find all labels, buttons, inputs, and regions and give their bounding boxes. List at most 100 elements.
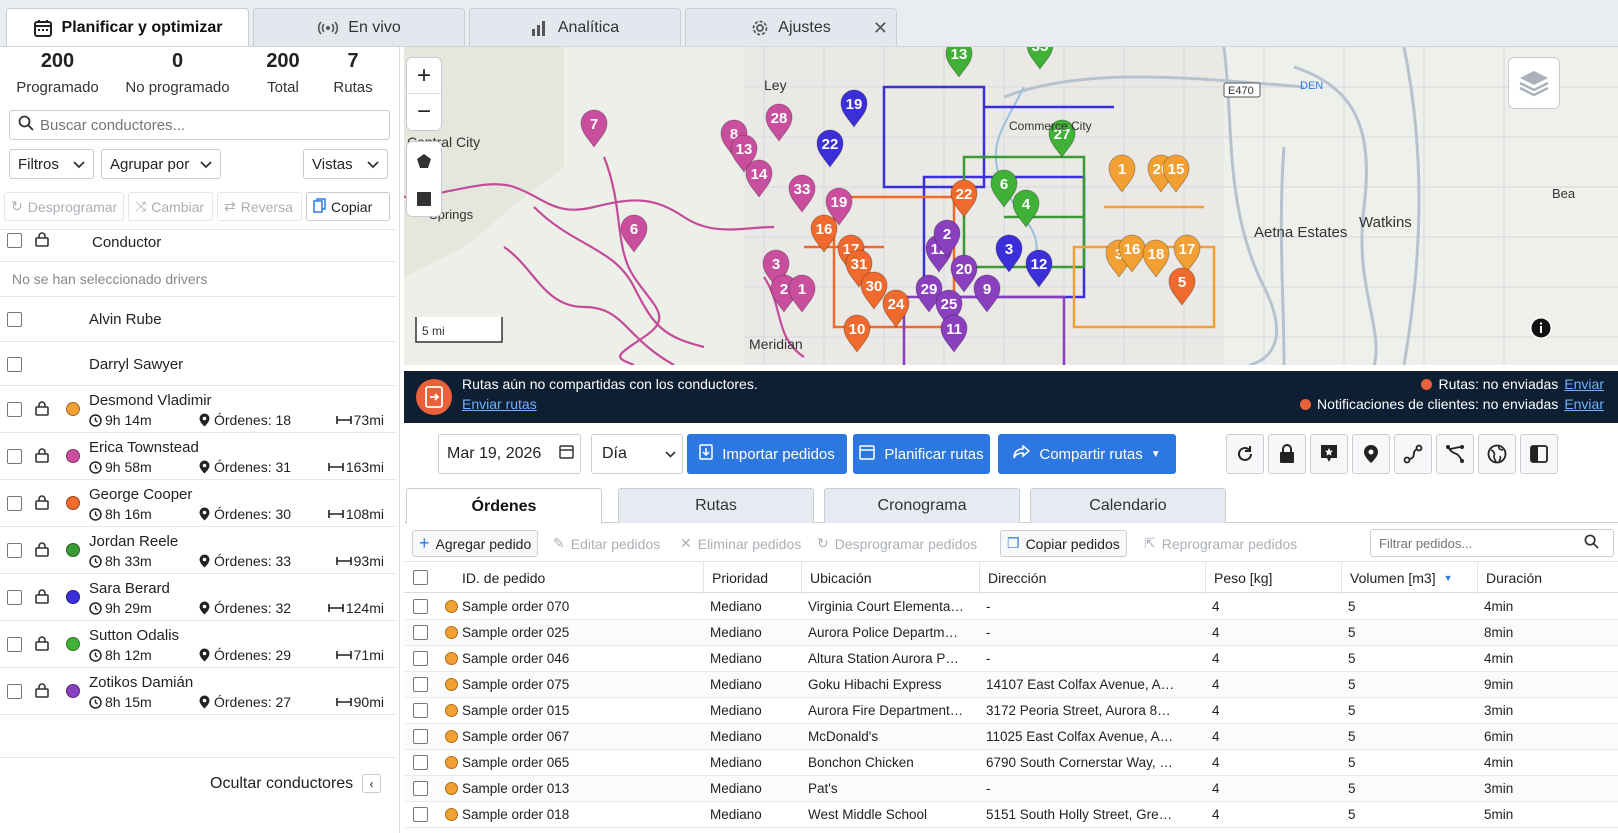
row-checkbox[interactable] (413, 599, 428, 614)
send-routes-link[interactable]: Enviar rutas (462, 396, 537, 412)
driver-checkbox[interactable] (7, 684, 22, 699)
column-header[interactable]: Duración (1478, 562, 1618, 594)
reschedule-orders-button[interactable]: ⇱ Reprogramar pedidos (1138, 530, 1303, 557)
column-header[interactable]: Dirección (980, 562, 1206, 594)
driver-checkbox[interactable] (7, 637, 22, 652)
select-all-checkbox[interactable] (7, 233, 22, 248)
copy-button[interactable]: Copiar (306, 192, 390, 221)
driver-row[interactable]: Jordan Reele 8h 33m Órdenes: 33 93mi (0, 527, 397, 574)
tab-calendar[interactable]: Calendario (1030, 488, 1226, 523)
driver-name[interactable]: Alvin Rube (89, 311, 162, 328)
driver-row[interactable]: Zotikos Damián 8h 15m Órdenes: 27 90mi (0, 668, 397, 715)
unschedule-orders-button[interactable]: ↻ Desprogramar pedidos (811, 530, 983, 557)
filters-dropdown[interactable]: Filtros (9, 149, 94, 179)
tab-schedule[interactable]: Cronograma (824, 488, 1020, 523)
driver-row[interactable]: George Cooper 8h 16m Órdenes: 30 108mi (0, 480, 397, 527)
driver-checkbox[interactable] (7, 402, 22, 417)
import-orders-button[interactable]: Importar pedidos (687, 434, 847, 474)
table-row[interactable]: Sample order 018 Mediano West Middle Schoo… (404, 802, 1618, 828)
route-map[interactable]: 7 28 8 13 14 33 19 22 6 3 2 1 16 17 31 30 24 29 25 9 12 11 20 1… (404, 47, 1618, 365)
location-pin-icon[interactable] (1352, 434, 1390, 474)
chevron-left-icon[interactable]: ‹ (362, 774, 381, 793)
hide-drivers-link[interactable]: Ocultar conductores (210, 775, 353, 793)
lock-icon[interactable] (35, 448, 49, 463)
send-notifications-action[interactable]: Enviar (1564, 396, 1604, 412)
driver-row[interactable]: Sara Berard 9h 29m Órdenes: 32 124mi (0, 574, 397, 621)
polygon-draw-icon[interactable] (407, 142, 441, 180)
lock-icon[interactable] (35, 542, 49, 557)
panel-toggle-icon[interactable] (1520, 434, 1558, 474)
path-icon[interactable] (1436, 434, 1474, 474)
row-checkbox[interactable] (413, 781, 428, 796)
row-checkbox[interactable] (413, 703, 428, 718)
driver-row[interactable]: Sutton Odalis 8h 12m Órdenes: 29 71mi (0, 621, 397, 668)
route-icon[interactable] (1394, 434, 1432, 474)
driver-checkbox[interactable] (7, 543, 22, 558)
table-row[interactable]: Sample order 046 Mediano Altura Station Au… (404, 646, 1618, 672)
driver-checkbox[interactable] (7, 496, 22, 511)
send-routes-action[interactable]: Enviar (1564, 376, 1604, 392)
lock-icon[interactable] (1268, 434, 1306, 474)
pin-star-icon[interactable] (1310, 434, 1348, 474)
driver-name[interactable]: Darryl Sawyer (89, 356, 183, 373)
column-header[interactable]: Peso [kg] (1206, 562, 1342, 594)
period-select[interactable]: Día (591, 434, 683, 474)
row-checkbox[interactable] (413, 651, 428, 666)
delete-orders-button[interactable]: ✕ Eliminar pedidos (674, 530, 807, 557)
tab-analytics[interactable]: Analítica (469, 8, 681, 46)
lock-icon[interactable] (35, 589, 49, 604)
plan-routes-button[interactable]: Planificar rutas (853, 434, 990, 474)
row-checkbox[interactable] (413, 625, 428, 640)
group-by-dropdown[interactable]: Agrupar por (101, 149, 221, 179)
tab-routes[interactable]: Rutas (618, 488, 814, 523)
tab-orders[interactable]: Órdenes (406, 488, 602, 524)
column-header[interactable]: Volumen [m3] ▼ (1342, 562, 1478, 594)
column-header[interactable]: ID. de pedido (454, 562, 704, 594)
table-row[interactable]: Sample order 075 Mediano Goku Hibachi Expr… (404, 672, 1618, 698)
rectangle-draw-icon[interactable] (407, 180, 441, 218)
search-drivers[interactable] (9, 110, 390, 140)
views-dropdown[interactable]: Vistas (303, 149, 388, 179)
layers-icon[interactable] (1508, 57, 1560, 109)
driver-checkbox[interactable] (7, 449, 22, 464)
unschedule-button[interactable]: ↻ Desprogramar (4, 192, 124, 221)
table-row[interactable]: Sample order 067 Mediano McDonald's 11025 E… (404, 724, 1618, 750)
table-row[interactable]: Sample order 013 Mediano Pat's - 4 5 3min (404, 776, 1618, 802)
reverse-button[interactable]: ⇄ Reversa (217, 192, 302, 221)
zoom-in-button[interactable]: + (407, 58, 441, 94)
filter-orders-field[interactable] (1370, 529, 1614, 557)
tab-live[interactable]: En vivo (253, 8, 465, 46)
tab-settings[interactable]: Ajustes ✕ (685, 8, 897, 46)
row-checkbox[interactable] (413, 755, 428, 770)
row-checkbox[interactable] (413, 677, 428, 692)
info-icon[interactable] (1530, 317, 1552, 339)
change-button[interactable]: ⤨ Cambiar (128, 192, 213, 221)
driver-row[interactable]: Desmond Vladimir 9h 14m Órdenes: 18 73mi (0, 386, 397, 433)
lock-icon[interactable] (35, 636, 49, 651)
lock-icon[interactable] (35, 401, 49, 416)
row-checkbox[interactable] (413, 729, 428, 744)
lock-icon[interactable] (35, 683, 49, 698)
table-row[interactable]: Sample order 015 Mediano Aurora Fire Depar… (404, 698, 1618, 724)
lock-icon[interactable] (35, 495, 49, 510)
tab-plan-optimize[interactable]: Planificar y optimizar (6, 8, 249, 46)
filter-orders-input[interactable] (1379, 535, 1584, 551)
table-row[interactable]: Sample order 065 Mediano Bonchon Chicken 67… (404, 750, 1618, 776)
driver-checkbox[interactable] (7, 312, 22, 327)
refresh-icon[interactable] (1226, 434, 1264, 474)
close-icon[interactable]: ✕ (873, 18, 888, 39)
driver-checkbox[interactable] (7, 357, 22, 372)
table-row[interactable]: Sample order 070 Mediano Virginia Court El… (404, 594, 1618, 620)
date-picker[interactable]: Mar 19, 2026 (438, 434, 581, 474)
lock-icon[interactable] (35, 232, 49, 247)
share-routes-button[interactable]: Compartir rutas ▼ (998, 434, 1176, 474)
edit-orders-button[interactable]: ✎ Editar pedidos (547, 530, 666, 557)
add-order-button[interactable]: + Agregar pedido (412, 530, 539, 557)
copy-orders-button[interactable]: ❐ Copiar pedidos (1000, 530, 1127, 557)
row-checkbox[interactable] (413, 807, 428, 822)
column-header[interactable]: Prioridad (704, 562, 802, 594)
driver-checkbox[interactable] (7, 590, 22, 605)
globe-icon[interactable] (1478, 434, 1516, 474)
zoom-out-button[interactable]: − (407, 94, 441, 130)
select-all-orders-checkbox[interactable] (413, 570, 428, 585)
